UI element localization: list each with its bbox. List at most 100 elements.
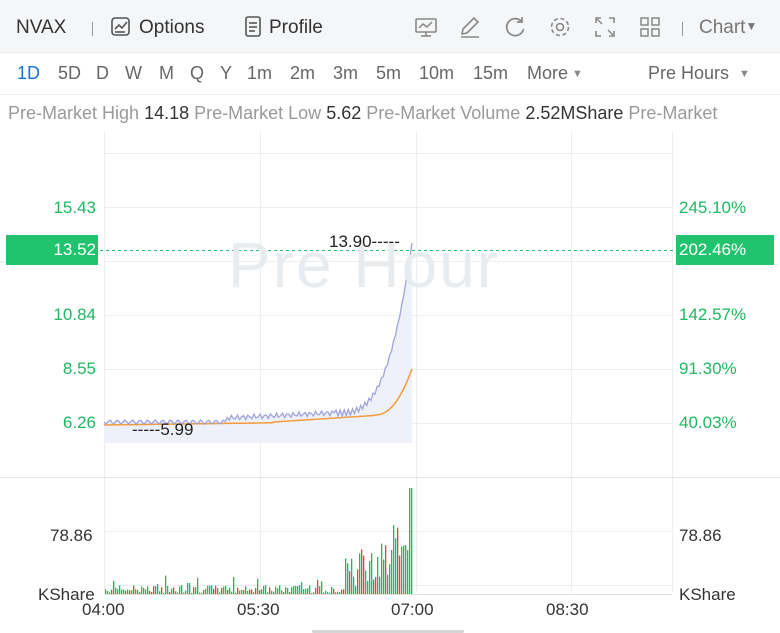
time-axis-label: 07:00 — [391, 600, 434, 619]
volume-bar — [353, 576, 355, 594]
volume-bar — [115, 587, 117, 594]
volume-bar — [217, 587, 219, 594]
volume-bar — [305, 588, 307, 594]
chart-menu-label: Chart — [699, 17, 746, 38]
volume-bar — [379, 576, 381, 594]
volume-bar — [319, 586, 321, 594]
period-10m[interactable]: 10m — [419, 52, 454, 94]
volume-bar — [367, 580, 369, 594]
volume-bar — [359, 553, 361, 594]
profile-tab[interactable]: Profile — [269, 0, 323, 52]
period-q[interactable]: Q — [190, 52, 204, 94]
percent-axis-label: 245.10% — [679, 198, 747, 217]
volume-bar — [327, 591, 329, 594]
volume-bar — [317, 579, 319, 594]
volume-bar — [309, 585, 311, 594]
volume-bar — [371, 553, 373, 594]
volume-bar — [393, 525, 395, 594]
volume-bar — [161, 587, 163, 594]
high-annotation-value: 13.90 — [329, 232, 372, 251]
volume-bar — [171, 588, 173, 594]
caret-down-icon: ▼ — [572, 68, 583, 80]
profile-doc-icon[interactable] — [240, 14, 266, 40]
volume-bar — [311, 593, 313, 594]
volume-bar — [167, 586, 169, 594]
volume-bar — [109, 592, 111, 594]
draw-icon[interactable] — [457, 14, 483, 40]
volume-bar — [275, 586, 277, 594]
chart-type-menu[interactable]: Chart▼ — [699, 0, 757, 52]
indicator-icon[interactable] — [413, 14, 439, 40]
more-periods-menu[interactable]: More ▼ — [527, 52, 583, 94]
volume-bar — [363, 555, 365, 594]
volume-bar — [149, 590, 151, 594]
period-3m[interactable]: 3m — [333, 52, 358, 94]
period-y[interactable]: Y — [220, 52, 232, 94]
volume-bar — [113, 580, 115, 594]
chart-toolbar: NVAX Options Profile Chart▼ — [0, 0, 780, 53]
price-axis-label: 10.84 — [53, 305, 96, 324]
volume-bar — [147, 586, 149, 594]
period-d[interactable]: D — [96, 52, 109, 94]
volume-bar — [243, 590, 245, 594]
volume-bar — [141, 586, 143, 594]
chart-options-icon[interactable] — [108, 14, 134, 40]
volume-bar — [185, 590, 187, 594]
volume-bar — [235, 592, 237, 594]
volume-bar — [247, 591, 249, 594]
current-percent-tag: 202.46% — [676, 235, 774, 265]
volume-bar — [207, 585, 209, 594]
volume-bar — [137, 589, 139, 594]
options-tab[interactable]: Options — [139, 0, 204, 52]
price-chart[interactable] — [0, 131, 780, 611]
volume-bar — [277, 588, 279, 594]
pre-market-low-label: Pre-Market Low — [194, 103, 322, 123]
volume-bar — [233, 577, 235, 594]
fullscreen-icon[interactable] — [592, 14, 618, 40]
high-annotation: 13.90----- — [329, 232, 400, 251]
volume-bar — [219, 592, 221, 594]
volume-bar — [183, 592, 185, 594]
time-axis-label: 04:00 — [82, 600, 125, 619]
period-1d[interactable]: 1D — [17, 52, 40, 94]
layout-grid-icon[interactable] — [637, 14, 663, 40]
period-5d[interactable]: 5D — [58, 52, 81, 94]
volume-bar — [117, 589, 119, 594]
period-w[interactable]: W — [125, 52, 142, 94]
volume-bar — [399, 555, 401, 594]
volume-bar — [229, 587, 231, 594]
volume-bar — [285, 587, 287, 594]
volume-bar — [175, 591, 177, 594]
volume-bar — [377, 556, 379, 594]
symbol-label: NVAX — [16, 17, 67, 38]
period-5m[interactable]: 5m — [376, 52, 401, 94]
volume-bar — [401, 546, 403, 594]
period-2m[interactable]: 2m — [290, 52, 315, 94]
period-m[interactable]: M — [159, 52, 174, 94]
volume-bar — [391, 549, 393, 594]
volume-bar — [365, 570, 367, 594]
volume-bar — [181, 585, 183, 594]
refresh-icon[interactable] — [502, 14, 528, 40]
volume-bar — [321, 581, 323, 594]
volume-bar — [261, 589, 263, 594]
volume-bar — [199, 592, 201, 594]
settings-icon[interactable] — [547, 14, 573, 40]
volume-bar — [283, 592, 285, 594]
volume-bar — [209, 585, 211, 594]
percent-axis-label: 91.30% — [679, 359, 737, 378]
volume-bar — [213, 589, 215, 594]
period-1m[interactable]: 1m — [247, 52, 272, 94]
period-15m[interactable]: 15m — [473, 52, 508, 94]
volume-bar — [251, 589, 253, 594]
price-axis-label: 6.26 — [62, 413, 96, 432]
volume-bar — [333, 588, 335, 594]
session-menu[interactable]: Pre Hours ▼ — [648, 52, 750, 94]
volume-bar — [389, 564, 391, 594]
volume-bar — [155, 586, 157, 594]
volume-bar — [345, 558, 347, 594]
volume-bar — [227, 590, 229, 594]
volume-bar — [403, 545, 405, 594]
low-annotation: -----5.99 — [132, 420, 194, 439]
volume-bar — [297, 586, 299, 594]
